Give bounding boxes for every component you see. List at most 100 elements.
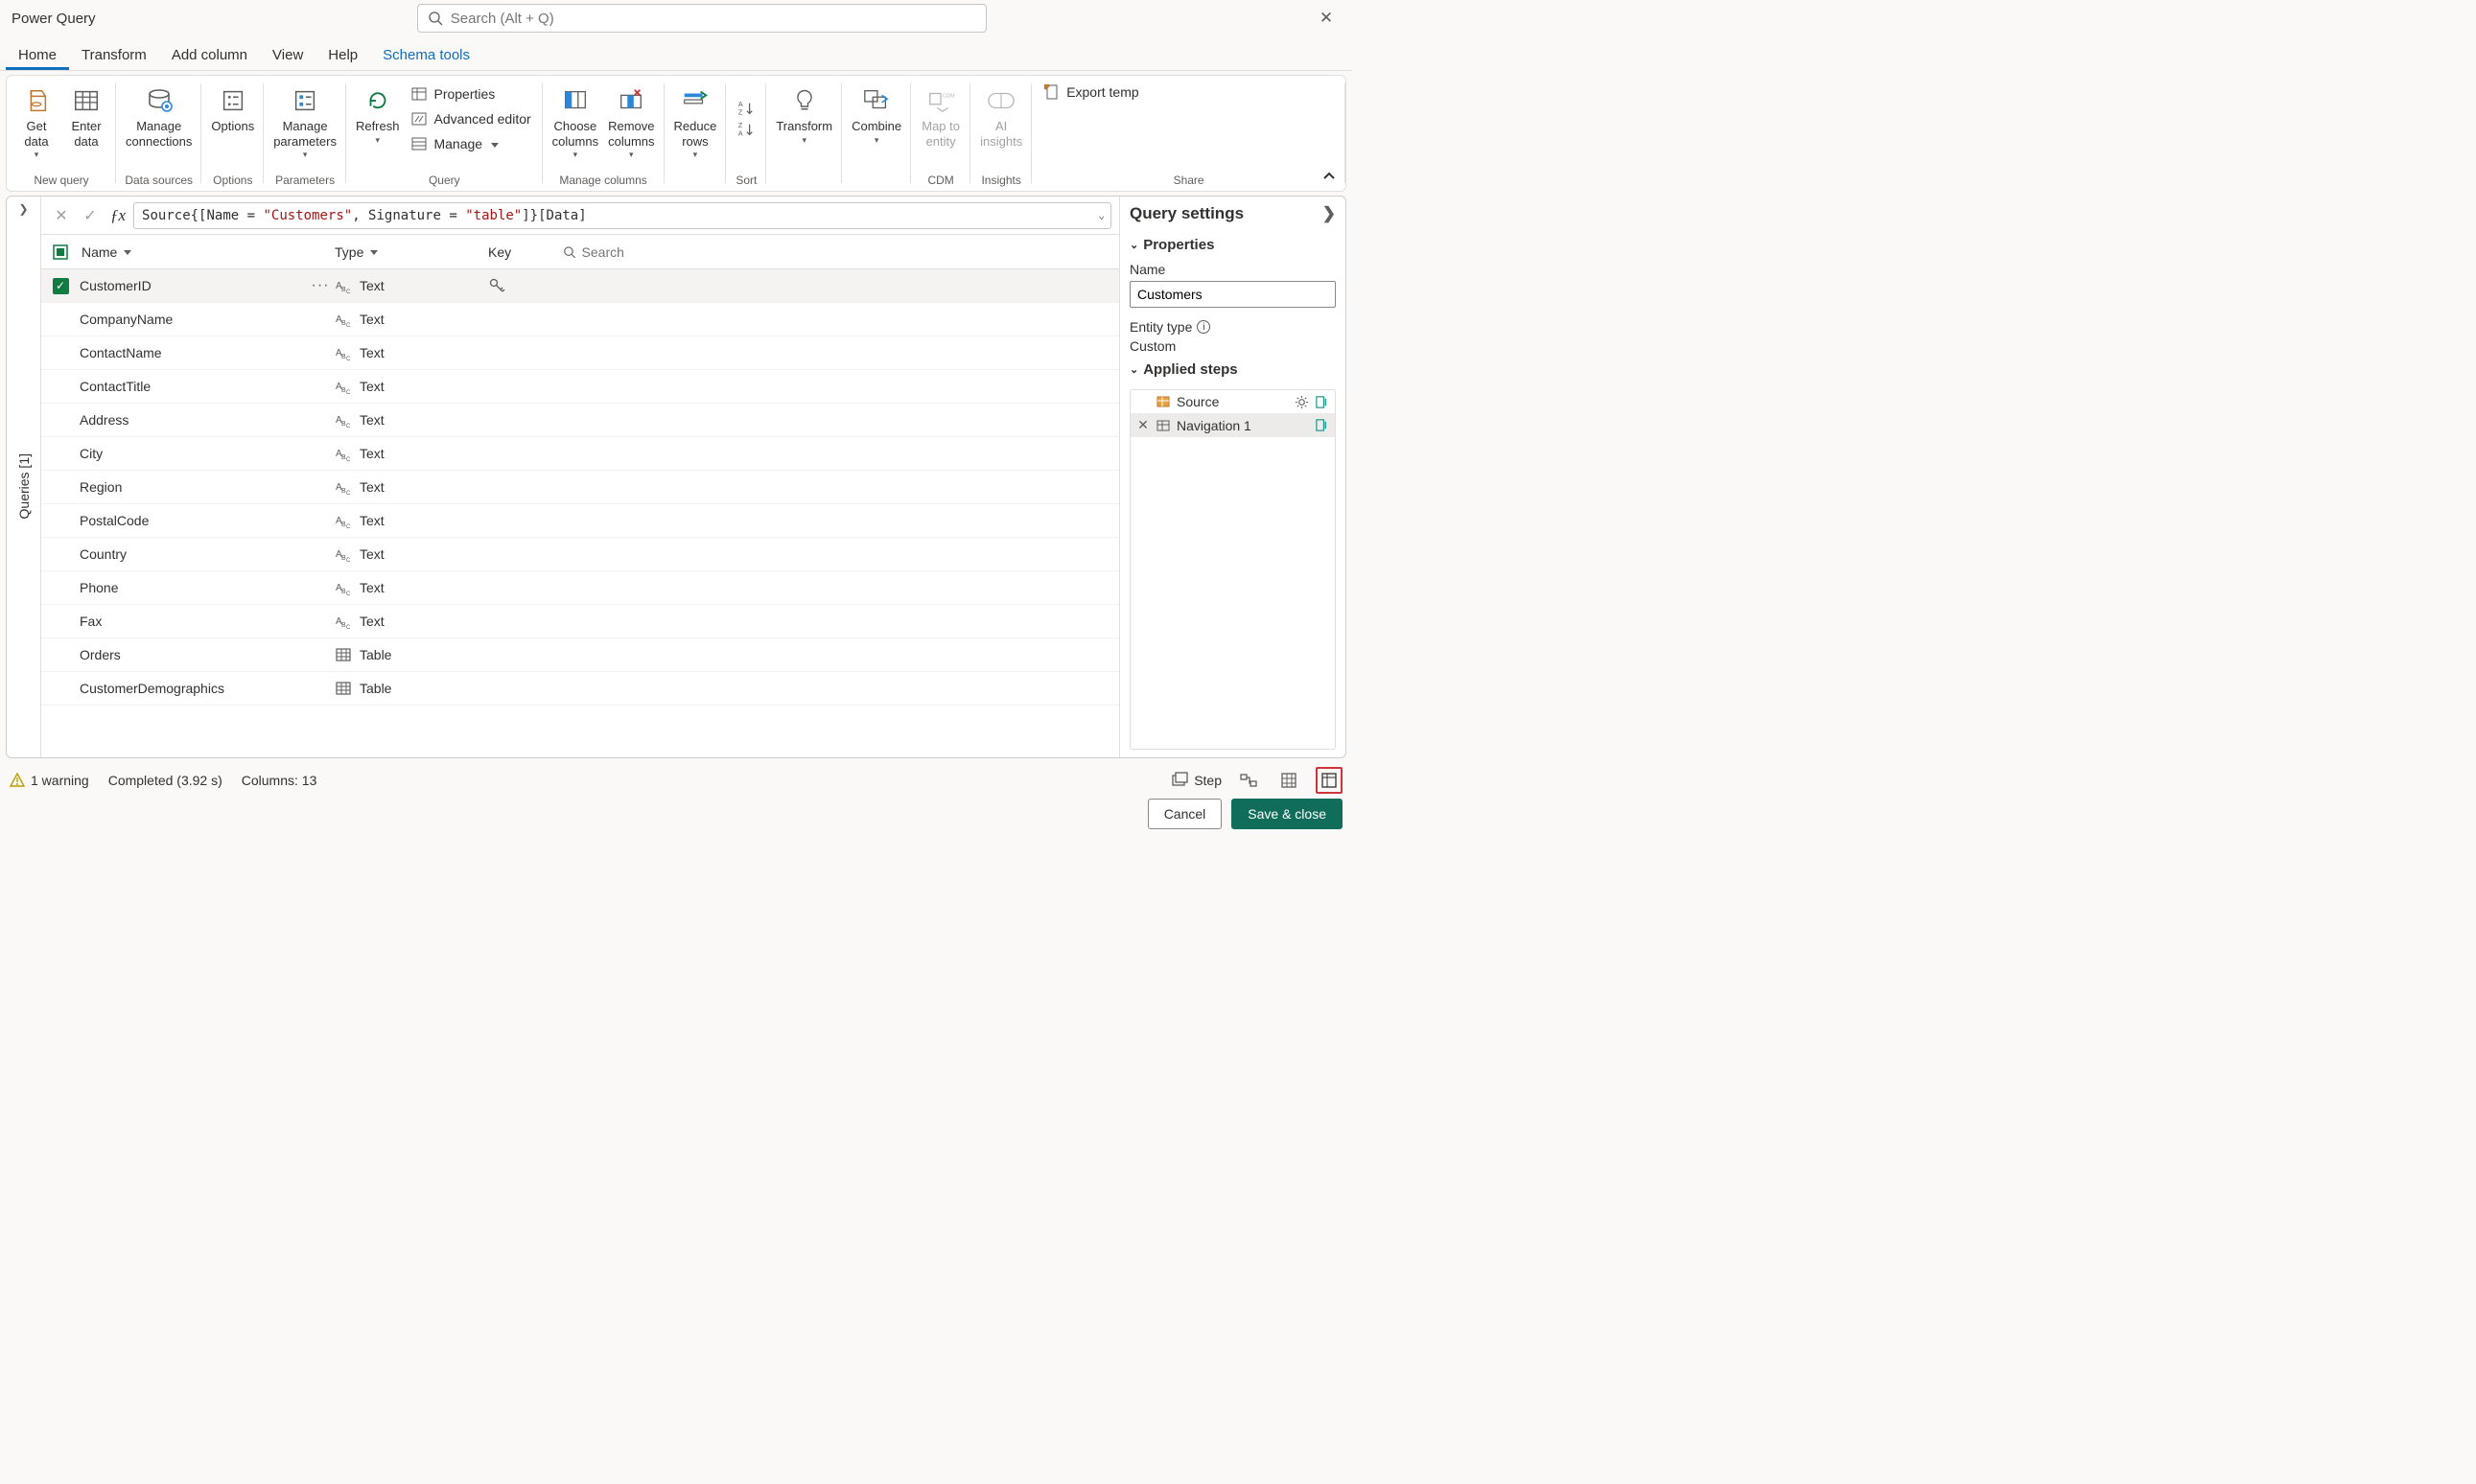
query-name-input[interactable]: [1130, 281, 1336, 308]
formula-input[interactable]: Source{[Name = "Customers", Signature = …: [133, 202, 1111, 229]
export-template-button[interactable]: Export temp: [1038, 80, 1144, 104]
reduce-rows-button[interactable]: Reduce rows ▾: [670, 80, 721, 160]
sort-asc-icon: AZ: [737, 100, 755, 117]
sort-asc-button[interactable]: AZ: [732, 98, 760, 119]
field-name: ContactTitle: [80, 379, 306, 394]
column-header-type[interactable]: Type: [335, 244, 488, 260]
global-search-box[interactable]: [417, 4, 987, 33]
tab-home[interactable]: Home: [6, 39, 69, 70]
svg-text:C: C: [346, 424, 351, 429]
row-more-button[interactable]: ···: [306, 277, 335, 294]
applied-step[interactable]: Source: [1131, 390, 1335, 413]
gear-icon[interactable]: [1295, 395, 1309, 409]
tab-schema-tools[interactable]: Schema tools: [370, 39, 482, 70]
applied-step[interactable]: ✕Navigation 1: [1131, 413, 1335, 437]
schema-row[interactable]: Address···ABCText: [41, 404, 1119, 437]
row-checkbox[interactable]: [53, 278, 69, 294]
queries-pane-toggle[interactable]: ❯ Queries [1]: [7, 197, 41, 757]
cdm-icon: CDM: [924, 84, 957, 117]
row-checkbox[interactable]: [53, 681, 69, 697]
choose-columns-button[interactable]: Choose columns ▾: [549, 80, 602, 160]
row-checkbox[interactable]: [53, 546, 69, 563]
step-button[interactable]: Step: [1171, 772, 1222, 789]
warning-indicator[interactable]: 1 warning: [10, 773, 89, 788]
diagram-view-button[interactable]: [1235, 767, 1262, 794]
formula-commit-button[interactable]: ✓: [78, 203, 103, 228]
export-icon: [1043, 83, 1061, 101]
ribbon-collapse-button[interactable]: [1319, 166, 1340, 187]
schema-row[interactable]: ContactName···ABCText: [41, 336, 1119, 370]
schema-row[interactable]: City···ABCText: [41, 437, 1119, 471]
manage-query-button[interactable]: Manage: [405, 131, 536, 156]
schema-row[interactable]: Country···ABCText: [41, 538, 1119, 571]
schema-search-input[interactable]: [582, 244, 1119, 260]
transform-button[interactable]: Transform ▾: [772, 80, 836, 146]
schema-row[interactable]: Phone···ABCText: [41, 571, 1119, 605]
tab-help[interactable]: Help: [315, 39, 370, 70]
row-checkbox[interactable]: [53, 647, 69, 663]
schema-row[interactable]: ContactTitle···ABCText: [41, 370, 1119, 404]
delete-step-icon[interactable]: ✕: [1136, 417, 1150, 433]
schema-search[interactable]: [563, 244, 1119, 260]
properties-button[interactable]: Properties: [405, 81, 536, 106]
choose-columns-icon: [559, 84, 592, 117]
get-data-button[interactable]: Get data ▾: [12, 80, 60, 160]
row-checkbox[interactable]: [53, 513, 69, 529]
sort-desc-button[interactable]: ZA: [732, 119, 760, 140]
tab-transform[interactable]: Transform: [69, 39, 159, 70]
properties-section-toggle[interactable]: ⌄ Properties: [1130, 237, 1336, 253]
schema-row[interactable]: Orders···Table: [41, 638, 1119, 672]
schema-row[interactable]: CompanyName···ABCText: [41, 303, 1119, 336]
row-checkbox[interactable]: [53, 412, 69, 429]
formula-cancel-button[interactable]: ✕: [49, 203, 74, 228]
formula-expand-button[interactable]: ⌄: [1098, 209, 1105, 221]
schema-view-button[interactable]: [1316, 767, 1343, 794]
applied-steps-toggle[interactable]: ⌄ Applied steps: [1130, 361, 1336, 378]
enter-data-button[interactable]: Enter data: [62, 80, 110, 149]
map-to-entity-button[interactable]: CDM Map to entity: [917, 80, 965, 149]
manage-parameters-button[interactable]: Manage parameters ▾: [269, 80, 340, 160]
cancel-button[interactable]: Cancel: [1148, 799, 1223, 829]
schema-row[interactable]: PostalCode···ABCText: [41, 504, 1119, 538]
combine-button[interactable]: Combine ▾: [848, 80, 905, 146]
schema-row[interactable]: Region···ABCText: [41, 471, 1119, 504]
row-checkbox[interactable]: [53, 312, 69, 328]
data-view-button[interactable]: [1275, 767, 1302, 794]
manage-connections-button[interactable]: Manage connections: [122, 80, 196, 149]
refresh-button[interactable]: Refresh ▾: [352, 80, 404, 146]
row-checkbox[interactable]: [53, 345, 69, 361]
applied-steps-list: Source ✕Navigation 1: [1130, 389, 1336, 750]
database-icon: [20, 84, 53, 117]
options-button[interactable]: Options: [207, 80, 258, 134]
info-icon[interactable]: i: [1197, 320, 1210, 334]
tab-add-column[interactable]: Add column: [159, 39, 260, 70]
remove-columns-button[interactable]: Remove columns ▾: [604, 80, 658, 160]
row-checkbox[interactable]: [53, 614, 69, 630]
sort-desc-icon: ZA: [737, 121, 755, 138]
column-header-name[interactable]: Name: [80, 244, 306, 260]
save-close-button[interactable]: Save & close: [1231, 799, 1343, 829]
global-search-input[interactable]: [451, 11, 976, 27]
schema-row[interactable]: Fax···ABCText: [41, 605, 1119, 638]
svg-text:C: C: [346, 357, 351, 361]
tab-view[interactable]: View: [260, 39, 315, 70]
text-type-icon: ABC: [335, 277, 352, 294]
row-checkbox[interactable]: [53, 446, 69, 462]
row-checkbox[interactable]: [53, 479, 69, 496]
row-checkbox[interactable]: [53, 379, 69, 395]
step-output-icon[interactable]: [1315, 418, 1329, 432]
select-all-icon[interactable]: [53, 244, 68, 260]
advanced-editor-button[interactable]: Advanced editor: [405, 106, 536, 131]
ai-insights-button[interactable]: AI insights: [976, 80, 1026, 149]
query-settings-expand-button[interactable]: ❯: [1322, 204, 1336, 223]
fx-icon[interactable]: ƒx: [106, 206, 129, 225]
field-type: Text: [360, 379, 385, 394]
row-checkbox[interactable]: [53, 580, 69, 596]
schema-row[interactable]: CustomerID···ABCText: [41, 269, 1119, 303]
close-button[interactable]: ✕: [1308, 9, 1344, 28]
schema-row[interactable]: CustomerDemographics···Table: [41, 672, 1119, 706]
brain-icon: [985, 84, 1017, 117]
chevron-down-icon: [488, 136, 499, 151]
step-output-icon[interactable]: [1315, 395, 1329, 409]
queries-label: Queries [1]: [16, 453, 32, 519]
